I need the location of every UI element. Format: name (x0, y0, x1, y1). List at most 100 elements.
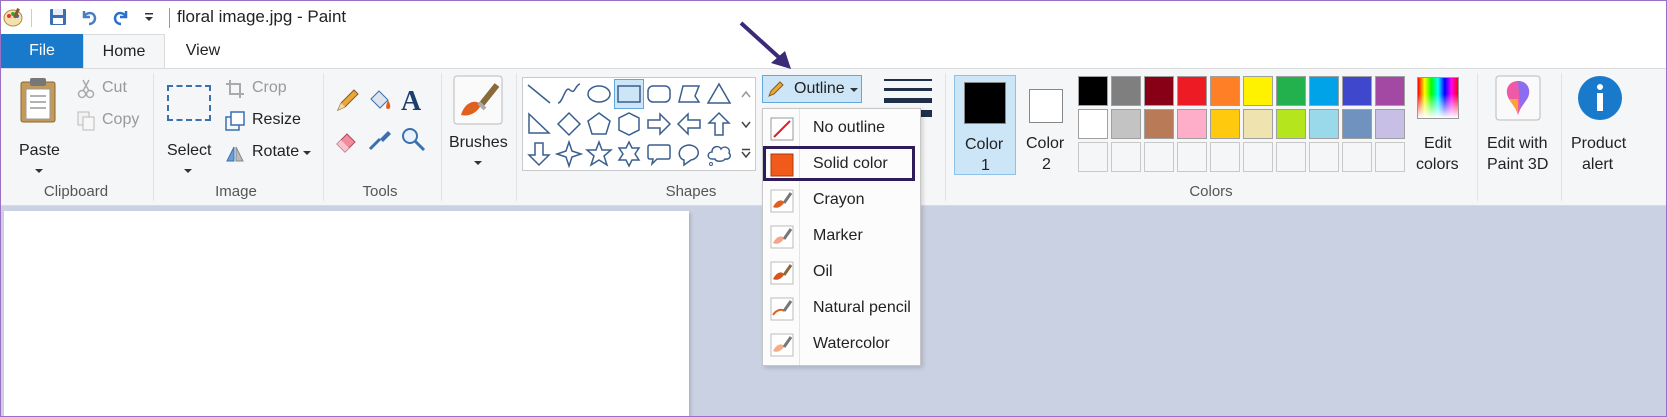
save-icon[interactable] (46, 5, 70, 29)
palette-swatch[interactable] (1111, 109, 1141, 139)
palette-swatch[interactable] (1276, 76, 1306, 106)
paste-button[interactable]: Paste (15, 77, 63, 173)
palette-swatch[interactable] (1078, 76, 1108, 106)
custom-color-slot[interactable] (1342, 142, 1372, 172)
outline-dropdown-icon (850, 88, 858, 92)
line-shape-icon[interactable] (525, 80, 553, 108)
customize-dropdown-icon[interactable] (137, 5, 161, 29)
diamond-shape-icon[interactable] (555, 110, 583, 138)
cloud-callout-shape-icon[interactable] (705, 140, 733, 168)
outline-option-no-outline[interactable]: No outline (763, 111, 920, 147)
select-button[interactable]: Select (161, 77, 217, 173)
left-arrow-shape-icon[interactable] (675, 110, 703, 138)
polygon-shape-icon[interactable] (675, 80, 703, 108)
group-separator (1561, 73, 1562, 201)
custom-color-slot[interactable] (1375, 142, 1405, 172)
palette-swatch[interactable] (1309, 76, 1339, 106)
edit-colors-button[interactable]: Edit colors (1414, 75, 1464, 175)
five-point-star-shape-icon[interactable] (584, 139, 614, 168)
outline-option-marker[interactable]: Marker (763, 219, 920, 255)
triangle-shape-icon[interactable] (705, 80, 733, 108)
rounded-rectangle-shape-icon[interactable] (645, 80, 673, 108)
info-icon (1578, 76, 1622, 120)
outline-option-label: No outline (813, 119, 886, 136)
palette-swatch[interactable] (1210, 109, 1240, 139)
shapes-scrollbar[interactable] (737, 77, 756, 171)
copy-button[interactable]: Copy (75, 109, 143, 133)
solid-color-highlight (763, 146, 915, 181)
tab-home[interactable]: Home (83, 34, 165, 69)
palette-swatch[interactable] (1111, 76, 1141, 106)
custom-color-slot[interactable] (1309, 142, 1339, 172)
color2-button[interactable]: Color 2 (1022, 75, 1072, 175)
gallery-expand-icon[interactable] (741, 148, 751, 158)
custom-color-slot[interactable] (1276, 142, 1306, 172)
product-alert-button[interactable]: Product alert (1567, 75, 1633, 175)
palette-swatch[interactable] (1342, 76, 1372, 106)
oval-shape-icon[interactable] (585, 80, 613, 108)
paint-app-icon[interactable] (1, 5, 25, 29)
outline-option-crayon[interactable]: Crayon (763, 183, 920, 219)
palette-swatch[interactable] (1342, 109, 1372, 139)
six-point-star-shape-icon[interactable] (615, 140, 643, 168)
four-point-star-shape-icon[interactable] (554, 139, 584, 169)
palette-swatch[interactable] (1309, 109, 1339, 139)
color-picker-icon[interactable] (365, 125, 393, 153)
tab-file[interactable]: File (1, 34, 83, 68)
oval-callout-shape-icon[interactable] (675, 140, 703, 168)
outline-option-oil[interactable]: Oil (763, 255, 920, 291)
scroll-up-icon[interactable] (741, 90, 751, 98)
custom-color-slot[interactable] (1078, 142, 1108, 172)
undo-icon[interactable] (77, 5, 101, 29)
right-arrow-shape-icon[interactable] (645, 110, 673, 138)
crop-button[interactable]: Crop (223, 77, 313, 101)
outline-option-watercolor[interactable]: Watercolor (763, 327, 920, 363)
brushes-button[interactable]: Brushes (449, 75, 508, 173)
rotate-button[interactable]: Rotate (223, 141, 313, 165)
palette-swatch[interactable] (1243, 109, 1273, 139)
custom-color-slot[interactable] (1111, 142, 1141, 172)
palette-swatch[interactable] (1144, 109, 1174, 139)
palette-swatch[interactable] (1177, 109, 1207, 139)
clipboard-group-label: Clipboard (43, 183, 109, 200)
palette-swatch[interactable] (1177, 76, 1207, 106)
palette-swatch[interactable] (1144, 76, 1174, 106)
right-triangle-shape-icon[interactable] (525, 110, 553, 138)
scroll-down-icon[interactable] (741, 120, 751, 128)
redo-icon[interactable] (109, 5, 133, 29)
curve-shape-icon[interactable] (555, 80, 583, 108)
color1-button[interactable]: Color 1 (954, 75, 1016, 175)
custom-color-slot[interactable] (1144, 142, 1174, 172)
palette-swatch[interactable] (1078, 109, 1108, 139)
outline-option-natural-pencil[interactable]: Natural pencil (763, 291, 920, 327)
eraser-icon[interactable] (333, 125, 361, 153)
palette-swatch[interactable] (1375, 109, 1405, 139)
up-arrow-shape-icon[interactable] (705, 110, 733, 138)
ribbon-tabs: File Home View (1, 34, 1666, 69)
palette-swatch[interactable] (1375, 76, 1405, 106)
rounded-callout-shape-icon[interactable] (645, 140, 673, 168)
palette-swatch[interactable] (1210, 76, 1240, 106)
edit-with-paint3d-button[interactable]: Edit with Paint 3D (1483, 75, 1555, 175)
custom-color-slot[interactable] (1243, 142, 1273, 172)
palette-swatch[interactable] (1243, 76, 1273, 106)
custom-color-slot[interactable] (1210, 142, 1240, 172)
palette-swatch[interactable] (1276, 109, 1306, 139)
hexagon-shape-icon[interactable] (615, 110, 643, 138)
magnifier-icon[interactable] (399, 125, 427, 153)
resize-button[interactable]: Resize (223, 109, 313, 133)
annotation-arrow (739, 21, 791, 69)
tab-view[interactable]: View (173, 34, 233, 68)
down-arrow-shape-icon[interactable] (525, 140, 553, 168)
outline-button[interactable]: Outline (762, 75, 862, 103)
text-icon[interactable]: A (399, 85, 427, 117)
color1-number: 1 (981, 157, 990, 174)
drawing-canvas[interactable] (4, 211, 689, 416)
cut-button[interactable]: Cut (75, 77, 143, 101)
pencil-icon[interactable] (333, 87, 361, 115)
rectangle-shape-icon[interactable] (614, 79, 644, 109)
custom-color-slot[interactable] (1177, 142, 1207, 172)
pentagon-shape-icon[interactable] (585, 110, 613, 138)
copy-label: Copy (102, 111, 140, 128)
fill-icon[interactable] (365, 87, 393, 115)
